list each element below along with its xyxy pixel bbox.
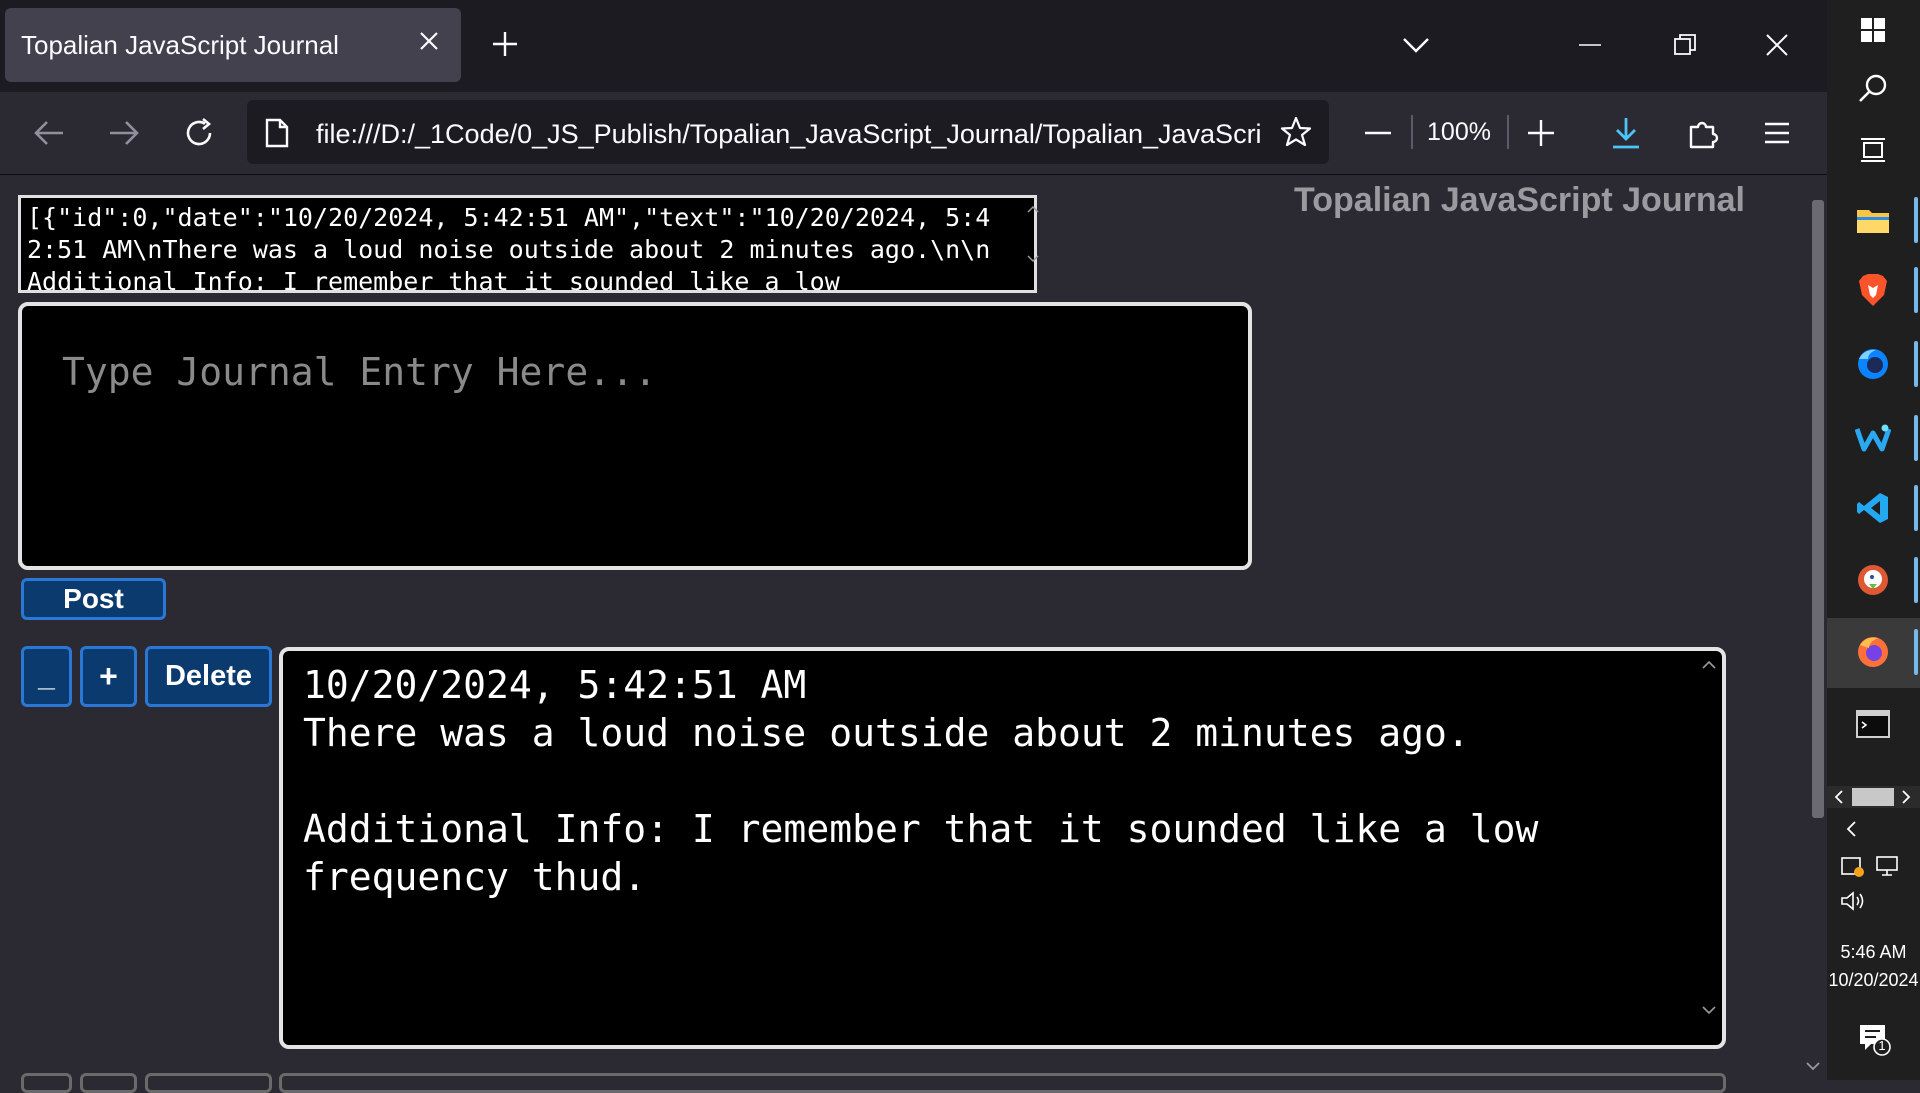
brave-browser-icon[interactable] — [1845, 262, 1901, 318]
notification-count: 1 — [1878, 1038, 1886, 1053]
next-entry-card[interactable] — [279, 1073, 1726, 1093]
scroll-right-icon[interactable] — [1901, 790, 1911, 809]
volume-icon[interactable] — [1840, 890, 1866, 917]
page-scrollbar-thumb[interactable] — [1812, 200, 1824, 818]
show-hidden-icons-chevron-icon[interactable] — [1845, 820, 1857, 843]
active-app-indicator — [1914, 341, 1918, 387]
minimize-window-icon[interactable] — [1565, 24, 1615, 66]
waterfox-icon[interactable] — [1845, 410, 1901, 466]
journal-entry-input[interactable] — [18, 302, 1252, 570]
network-icon[interactable] — [1874, 854, 1900, 883]
active-app-indicator — [1914, 485, 1918, 531]
back-arrow-icon[interactable] — [21, 105, 77, 161]
zoom-in-icon[interactable] — [1513, 105, 1569, 161]
windows-start-icon[interactable] — [1845, 2, 1901, 58]
toolbar-separator — [1411, 115, 1413, 149]
scroll-down-icon[interactable] — [1805, 1058, 1821, 1076]
active-app-indicator — [1914, 415, 1918, 461]
scroll-left-icon[interactable] — [1834, 790, 1844, 809]
post-button[interactable]: Post — [21, 578, 166, 620]
forward-arrow-icon[interactable] — [96, 105, 152, 161]
menu-hamburger-icon[interactable] — [1749, 105, 1805, 161]
scroll-up-icon[interactable] — [1027, 200, 1039, 218]
scroll-up-icon[interactable] — [1702, 656, 1716, 674]
zoom-out-icon[interactable] — [1350, 105, 1406, 161]
extensions-puzzle-icon[interactable] — [1675, 105, 1731, 161]
active-app-indicator — [1914, 629, 1918, 675]
close-window-icon[interactable] — [1752, 24, 1802, 66]
download-icon[interactable] — [1598, 105, 1654, 161]
active-app-indicator — [1914, 267, 1918, 313]
vscode-icon[interactable] — [1845, 480, 1901, 536]
close-tab-icon[interactable] — [412, 24, 446, 58]
duckduckgo-icon[interactable] — [1845, 552, 1901, 608]
bookmark-star-icon[interactable] — [1276, 112, 1316, 152]
delete-entry-button[interactable]: Delete — [145, 646, 272, 707]
json-data-box[interactable]: [{"id":0,"date":"10/20/2024, 5:42:51 AM"… — [18, 195, 1037, 293]
active-app-indicator — [1914, 197, 1918, 243]
scrollbar-thumb[interactable] — [1852, 788, 1894, 806]
firefox-developer-icon[interactable] — [1845, 336, 1901, 392]
terminal-icon[interactable] — [1845, 696, 1901, 752]
file-explorer-icon[interactable] — [1845, 192, 1901, 248]
restore-window-icon[interactable] — [1660, 24, 1710, 66]
clock-date[interactable]: 10/20/2024 — [1827, 970, 1920, 991]
search-icon[interactable] — [1845, 60, 1901, 116]
tray-app-icon[interactable] — [1840, 854, 1866, 883]
active-app-indicator — [1914, 557, 1918, 603]
zoom-level[interactable]: 100% — [1421, 118, 1497, 147]
task-view-icon[interactable] — [1845, 122, 1901, 178]
chevron-down-icon[interactable] — [1395, 24, 1437, 66]
next-entry-button[interactable] — [80, 1073, 137, 1093]
url-text[interactable]: file:///D:/_1Code/0_JS_Publish/Topalian_… — [316, 119, 1262, 150]
journal-entry-text[interactable]: 10/20/2024, 5:42:51 AM There was a loud … — [279, 647, 1726, 1049]
toolbar-separator — [1507, 115, 1509, 149]
shrink-entry-button[interactable]: _ — [21, 646, 72, 707]
page-icon — [265, 118, 293, 148]
expand-entry-button[interactable]: + — [80, 646, 137, 707]
new-tab-icon[interactable] — [485, 24, 525, 64]
tab-title: Topalian JavaScript Journal — [21, 30, 339, 60]
reload-icon[interactable] — [171, 105, 227, 161]
clock-time[interactable]: 5:46 AM — [1827, 942, 1920, 963]
page-title: Topalian JavaScript Journal — [1294, 181, 1745, 219]
firefox-icon[interactable] — [1845, 624, 1901, 680]
next-entry-button[interactable] — [145, 1073, 272, 1093]
scroll-down-icon[interactable] — [1027, 250, 1039, 268]
next-entry-button[interactable] — [21, 1073, 72, 1093]
scroll-down-icon[interactable] — [1702, 1002, 1716, 1020]
